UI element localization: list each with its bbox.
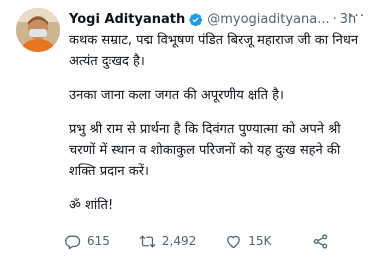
tweet-header: Yogi Adityanath @myogiadityana... · 3h [69, 10, 369, 28]
heart-icon [227, 235, 241, 248]
user-handle[interactable]: @myogiadityana... [207, 12, 329, 27]
like-count: 15K [248, 234, 272, 248]
tweet-paragraph: कथक सम्राट, पद्म विभूषण पंडित बिरजू महार… [69, 33, 359, 69]
tweet-paragraph: उनका जाना कला जगत की अपूरणीय क्षति है। [69, 88, 284, 103]
tweet-paragraph: ॐ शांति! [69, 198, 114, 213]
like-button[interactable]: 15K [225, 233, 271, 250]
tweet-text: कथक सम्राट, पद्म विभूषण पंडित बिरजू महार… [69, 30, 369, 216]
more-options-icon[interactable]: ··· [346, 6, 368, 26]
reply-count: 615 [87, 234, 110, 248]
tweet-card[interactable]: Yogi Adityanath @myogiadityana... · 3h ·… [0, 0, 374, 261]
display-name[interactable]: Yogi Adityanath [69, 12, 185, 27]
avatar[interactable] [16, 8, 60, 52]
verified-badge-icon [188, 12, 203, 27]
reply-icon [65, 235, 81, 249]
retweet-count: 2,492 [161, 234, 197, 248]
avatar-image [16, 8, 60, 52]
header-separator: · [332, 11, 337, 27]
share-button[interactable] [312, 233, 335, 250]
retweet-icon [139, 235, 156, 247]
tweet-actions: 615 2,492 15K [64, 231, 335, 251]
retweet-button[interactable]: 2,492 [139, 233, 196, 250]
tweet-paragraph: प्रभु श्री राम से प्रार्थना है कि दिवंगत… [69, 122, 341, 179]
reply-button[interactable]: 615 [64, 233, 110, 250]
share-icon [314, 233, 328, 249]
